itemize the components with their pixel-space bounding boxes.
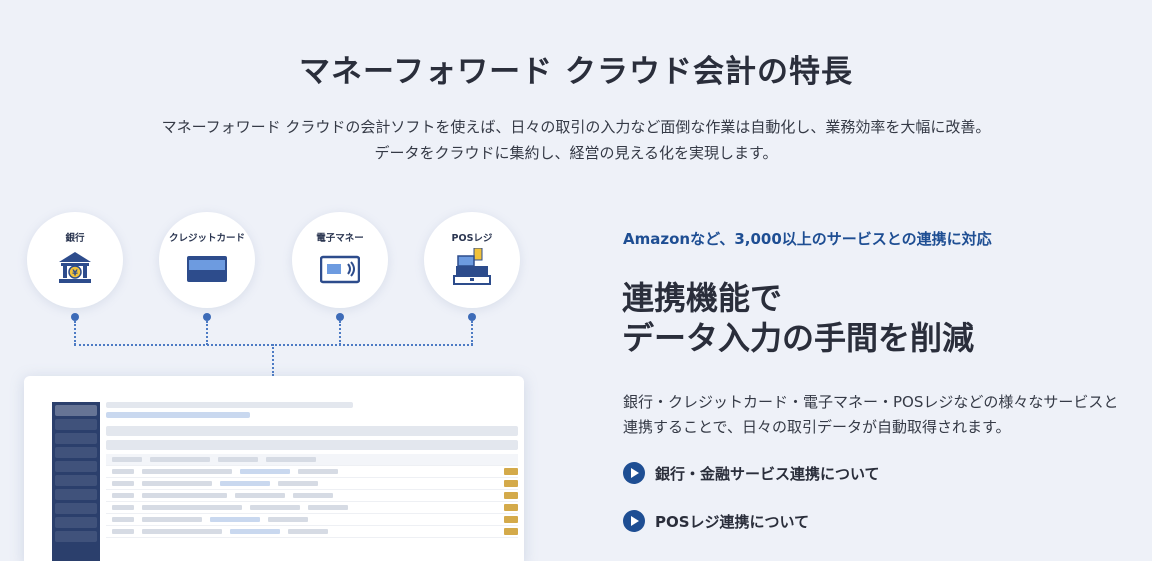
e-money-icon: [320, 255, 360, 284]
arrow-right-icon: [623, 462, 645, 484]
service-bank: 銀行 ¥: [27, 212, 123, 308]
page-title: マネーフォワード クラウド会計の特長: [299, 54, 853, 90]
connector-line: [206, 321, 208, 345]
service-label: 電子マネー: [316, 233, 364, 244]
lead-text: マネーフォワード クラウドの会計ソフトを使えば、日々の取引の入力など面倒な作業は…: [0, 114, 1152, 166]
service-label: クレジットカード: [168, 233, 245, 244]
service-pos-register: POSレジ: [424, 212, 520, 308]
connector-dot: [468, 313, 476, 321]
screenshot-table: [106, 402, 518, 538]
connector-dot: [336, 313, 344, 321]
link-label: POSレジ連携について: [655, 512, 810, 531]
bank-integration-link[interactable]: 銀行・金融サービス連携について: [623, 462, 880, 484]
feature-heading-line-1: 連携機能で: [622, 279, 783, 317]
service-credit-card: クレジットカード: [159, 212, 255, 308]
service-e-money: 電子マネー: [292, 212, 388, 308]
connector-dot: [203, 313, 211, 321]
svg-text:¥: ¥: [72, 269, 78, 278]
connector-trunk: [272, 344, 274, 376]
feature-heading: 連携機能で データ入力の手間を削減: [622, 278, 974, 358]
connector-dot: [71, 313, 79, 321]
pos-integration-link[interactable]: POSレジ連携について: [623, 510, 809, 532]
service-label: POSレジ: [451, 233, 493, 244]
credit-card-icon: [187, 256, 227, 282]
feature-subheading: Amazonなど、3,000以上のサービスとの連携に対応: [623, 230, 992, 248]
connector-line: [339, 321, 341, 345]
lead-line-1: マネーフォワード クラウドの会計ソフトを使えば、日々の取引の入力など面倒な作業は…: [161, 118, 991, 136]
feature-heading-line-2: データ入力の手間を削減: [622, 319, 975, 357]
service-label: 銀行: [65, 233, 85, 244]
connector-line: [471, 321, 473, 345]
bank-icon: ¥: [59, 252, 91, 283]
feature-description: 銀行・クレジットカード・電子マネー・POSレジなどの様々なサービスと連携すること…: [623, 393, 1119, 436]
connector-line: [74, 321, 76, 345]
link-label: 銀行・金融サービス連携について: [655, 464, 880, 483]
app-screenshot: [24, 376, 524, 561]
arrow-right-icon: [623, 510, 645, 532]
screenshot-sidebar: [52, 402, 100, 561]
pos-register-icon: [453, 248, 491, 285]
lead-line-2: データをクラウドに集約し、経営の見える化を実現します。: [374, 144, 778, 162]
